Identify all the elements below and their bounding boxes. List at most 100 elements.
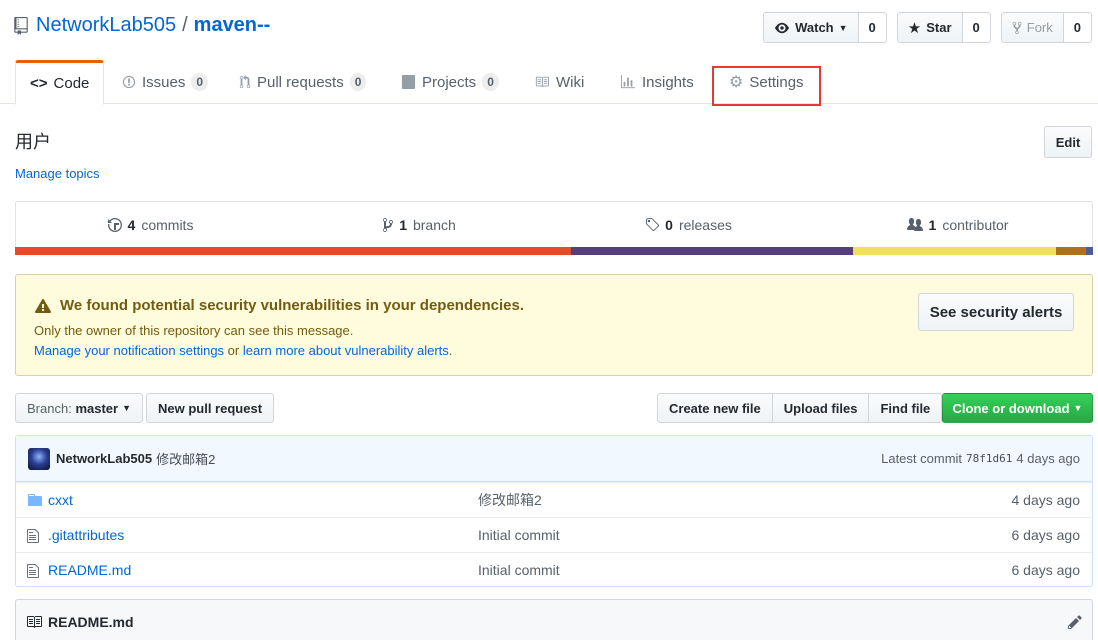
notification-settings-link[interactable]: Manage your notification settings <box>34 343 224 358</box>
releases-label: releases <box>678 216 732 233</box>
latest-commit-label: Latest commit <box>881 451 963 466</box>
star-count[interactable]: 0 <box>962 12 991 43</box>
settings-highlight-box <box>712 66 821 106</box>
file-age: 6 days ago <box>1011 527 1081 543</box>
people-icon <box>906 217 923 231</box>
pencil-icon[interactable] <box>1068 614 1082 630</box>
branches-link[interactable]: 1 branch <box>285 202 554 247</box>
find-file-button[interactable]: Find file <box>868 393 943 423</box>
file-name-link[interactable]: cxxt <box>48 492 73 508</box>
upload-files-button[interactable]: Upload files <box>771 393 870 423</box>
vulnerability-alerts-link[interactable]: learn more about vulnerability alerts <box>243 343 449 358</box>
watch-count[interactable]: 0 <box>858 12 887 43</box>
commit-age: 4 days ago <box>1016 451 1080 466</box>
tab-pull-requests-label: Pull requests <box>257 73 344 91</box>
code-icon: <> <box>30 75 48 92</box>
language-segment[interactable] <box>1056 247 1087 255</box>
repo-title: NetworkLab505 / maven-- <box>14 14 270 37</box>
tab-wiki-label: Wiki <box>556 73 585 91</box>
star-label: Star <box>926 20 952 35</box>
repo-owner-link[interactable]: NetworkLab505 <box>36 14 176 37</box>
file-actions-group: Create new file Upload files Find file <box>657 393 943 423</box>
star-group: ★ Star 0 <box>896 12 991 43</box>
commit-author-link[interactable]: NetworkLab505 <box>56 451 152 466</box>
file-commit-message[interactable]: Initial commit <box>478 562 560 578</box>
tab-projects-count: 0 <box>482 73 499 91</box>
commit-message-link[interactable]: 修改邮箱2 <box>156 449 215 468</box>
branch-select-label: Branch: <box>27 400 72 416</box>
language-segment[interactable] <box>852 247 1057 255</box>
new-pull-request-button[interactable]: New pull request <box>146 393 275 423</box>
security-alert: We found potential security vulnerabilit… <box>15 274 1093 376</box>
contributors-count: 1 <box>928 216 937 233</box>
commits-link[interactable]: 4 commits <box>16 202 285 247</box>
repo-separator: / <box>182 14 188 36</box>
releases-count: 0 <box>665 216 673 233</box>
avatar[interactable] <box>28 447 50 470</box>
edit-description-button[interactable]: Edit <box>1044 126 1092 158</box>
issue-icon <box>122 75 136 89</box>
alert-icon <box>35 298 52 313</box>
pull-request-icon <box>239 75 251 89</box>
repo-name-link[interactable]: maven-- <box>194 14 271 37</box>
book-icon <box>27 615 42 628</box>
alert-owner-notice: Only the owner of this repository can se… <box>34 323 354 338</box>
file-commit-message[interactable]: Initial commit <box>478 527 560 543</box>
create-new-file-button[interactable]: Create new file <box>657 393 773 423</box>
branch-select-value: master <box>75 400 119 416</box>
commits-label: commits <box>141 216 194 233</box>
file-name-link[interactable]: README.md <box>48 562 131 578</box>
language-segment[interactable] <box>1086 247 1093 255</box>
chevron-down-icon: ▼ <box>122 403 131 413</box>
repo-icon <box>14 16 28 35</box>
file-row: cxxt 修改邮箱2 4 days ago <box>16 482 1092 517</box>
tab-wiki[interactable]: Wiki <box>520 60 598 104</box>
chevron-down-icon: ▼ <box>838 22 848 33</box>
latest-commit-info: Latest commit 78f1d61 4 days ago <box>881 451 1080 466</box>
branch-label: branch <box>412 216 456 233</box>
tag-icon <box>646 217 660 231</box>
alert-or-text: or <box>224 343 243 358</box>
repo-actions: Watch ▼ 0 ★ Star 0 Fork 0 <box>763 12 1092 43</box>
language-bar[interactable] <box>15 247 1093 255</box>
commits-count: 4 <box>127 216 136 233</box>
file-age: 6 days ago <box>1011 562 1081 578</box>
branch-select-button[interactable]: Branch: master ▼ <box>15 393 143 423</box>
see-security-alerts-button[interactable]: See security alerts <box>918 293 1074 331</box>
fork-label: Fork <box>1026 20 1053 35</box>
star-button[interactable]: ★ Star <box>896 12 963 43</box>
clone-label: Clone or download <box>952 400 1070 416</box>
tab-code-label: Code <box>53 75 90 92</box>
fork-button[interactable]: Fork <box>1000 12 1064 43</box>
clone-or-download-button[interactable]: Clone or download ▼ <box>942 393 1093 423</box>
tab-insights-label: Insights <box>642 73 694 91</box>
readme-title: README.md <box>48 613 134 630</box>
file-icon <box>27 564 39 578</box>
tab-pull-requests[interactable]: Pull requests 0 <box>225 60 380 104</box>
tab-projects[interactable]: Projects 0 <box>387 60 513 104</box>
manage-topics-link[interactable]: Manage topics <box>15 166 100 181</box>
alert-title-text: We found potential security vulnerabilit… <box>60 297 524 314</box>
file-icon <box>27 529 39 543</box>
alert-links: Manage your notification settings or lea… <box>34 343 452 358</box>
watch-button[interactable]: Watch ▼ <box>763 12 859 43</box>
file-age: 4 days ago <box>1011 492 1081 508</box>
file-commit-message[interactable]: 修改邮箱2 <box>478 490 542 510</box>
contributors-link[interactable]: 1 contributor <box>823 202 1092 247</box>
language-segment[interactable] <box>571 247 853 255</box>
book-icon <box>535 76 549 88</box>
alert-title: We found potential security vulnerabilit… <box>34 297 524 314</box>
tab-projects-label: Projects <box>422 73 477 91</box>
tab-insights[interactable]: Insights <box>606 60 708 104</box>
fork-count[interactable]: 0 <box>1063 12 1092 43</box>
file-listing: NetworkLab505 修改邮箱2 Latest commit 78f1d6… <box>15 435 1093 587</box>
file-name-link[interactable]: .gitattributes <box>48 527 124 543</box>
tab-code[interactable]: <> Code <box>15 60 105 105</box>
commit-sha-link[interactable]: 78f1d61 <box>966 452 1012 465</box>
releases-link[interactable]: 0 releases <box>554 202 823 247</box>
alert-period: . <box>448 343 453 358</box>
tab-issues[interactable]: Issues 0 <box>108 60 222 104</box>
tab-issues-count: 0 <box>191 73 209 91</box>
language-segment[interactable] <box>15 247 572 255</box>
branch-count: 1 <box>399 216 407 233</box>
